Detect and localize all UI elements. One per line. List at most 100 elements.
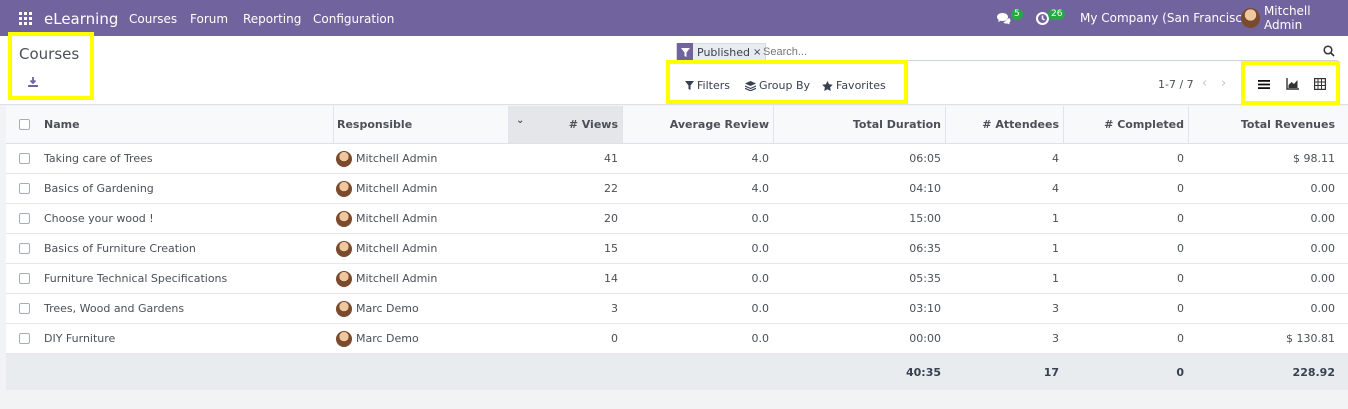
responsible-cell[interactable]: Marc Demo	[336, 324, 419, 353]
course-name[interactable]: Furniture Technical Specifications	[44, 264, 227, 293]
sort-chevron-down-icon: ⌄	[516, 115, 525, 126]
column-header-responsible[interactable]: Responsible	[337, 106, 412, 143]
highlight-title-area	[8, 32, 94, 100]
responsible-cell[interactable]: Mitchell Admin	[336, 204, 437, 233]
course-name[interactable]: Taking care of Trees	[44, 144, 153, 173]
responsible-cell[interactable]: Mitchell Admin	[336, 144, 437, 173]
table-row[interactable]: Choose your wood ! Mitchell Admin 20 0.0…	[6, 204, 1348, 234]
pager-value[interactable]: 1-7 / 7	[1158, 78, 1194, 91]
attendees-value: 4	[1052, 152, 1059, 165]
views-value: 41	[604, 152, 618, 165]
activities-count-badge: 26	[1048, 9, 1066, 20]
column-header-completed[interactable]: # Completed	[1066, 106, 1184, 143]
total-revenues-value: 0.00	[1310, 182, 1336, 195]
row-checkbox[interactable]	[19, 303, 30, 314]
row-checkbox[interactable]	[19, 333, 30, 344]
responsible-cell[interactable]: Mitchell Admin	[336, 234, 437, 263]
responsible-cell[interactable]: Marc Demo	[336, 294, 419, 323]
responsible-avatar	[336, 210, 352, 227]
column-header-views: # Views	[568, 118, 618, 131]
column-header-name[interactable]: Name	[44, 106, 80, 143]
total-duration-value: 05:35	[909, 272, 941, 285]
average-review-value: 4.0	[751, 152, 770, 165]
course-name[interactable]: DIY Furniture	[44, 324, 115, 353]
column-header-views-sorted[interactable]: ⌄ # Views	[508, 106, 622, 143]
search-input[interactable]	[763, 43, 1338, 61]
menu-reporting[interactable]: Reporting	[243, 12, 301, 26]
responsible-cell[interactable]: Mitchell Admin	[336, 264, 437, 293]
highlight-search-options	[666, 60, 908, 104]
menu-forum[interactable]: Forum	[190, 12, 228, 26]
average-review-value: 0.0	[751, 212, 770, 225]
row-checkbox[interactable]	[19, 243, 30, 254]
responsible-avatar	[336, 180, 352, 197]
facet-label: Published	[697, 45, 750, 59]
table-row[interactable]: Basics of Gardening Mitchell Admin 22 4.…	[6, 174, 1348, 204]
responsible-name: Mitchell Admin	[356, 242, 438, 255]
app-name[interactable]: eLearning	[44, 10, 118, 28]
views-value: 0	[611, 332, 618, 345]
responsible-name: Mitchell Admin	[356, 212, 438, 225]
attendees-value: 4	[1052, 182, 1059, 195]
filter-icon	[677, 43, 693, 61]
user-name: Mitchell Admin	[1263, 4, 1311, 32]
table-totals-row: 40:35 17 0 228.92	[6, 354, 1348, 390]
course-name[interactable]: Choose your wood !	[44, 204, 154, 233]
responsible-name: Marc Demo	[356, 332, 419, 345]
row-checkbox[interactable]	[19, 213, 30, 224]
user-menu[interactable]: Mitchell Admin	[1241, 0, 1348, 36]
messages-button[interactable]	[996, 0, 1011, 36]
completed-value: 0	[1177, 212, 1184, 225]
apps-menu-icon[interactable]	[19, 12, 32, 25]
search-facet-published[interactable]: Published ×	[676, 43, 767, 61]
table-row[interactable]: Trees, Wood and Gardens Marc Demo 3 0.0 …	[6, 294, 1348, 324]
column-header-attendees[interactable]: # Attendees	[948, 106, 1059, 143]
table-row[interactable]: Basics of Furniture Creation Mitchell Ad…	[6, 234, 1348, 264]
course-name[interactable]: Basics of Gardening	[44, 174, 154, 203]
table-row[interactable]: Taking care of Trees Mitchell Admin 41 4…	[6, 144, 1348, 174]
total-duration-sum: 40:35	[905, 365, 941, 379]
search-icon[interactable]	[1323, 45, 1335, 57]
views-value: 22	[604, 182, 618, 195]
courses-list-table: Name Responsible ⌄ # Views Average Revie…	[6, 106, 1348, 354]
select-all-checkbox[interactable]	[19, 119, 30, 130]
pager-previous-icon[interactable]: ‹	[1202, 76, 1207, 91]
responsible-name: Mitchell Admin	[356, 272, 438, 285]
activities-button[interactable]	[1036, 0, 1049, 36]
total-revenues-value: 0.00	[1310, 272, 1336, 285]
course-name[interactable]: Trees, Wood and Gardens	[44, 294, 184, 323]
highlight-view-switcher	[1241, 61, 1340, 105]
average-review-value: 0.0	[751, 302, 770, 315]
completed-value: 0	[1177, 332, 1184, 345]
table-row[interactable]: Furniture Technical Specifications Mitch…	[6, 264, 1348, 294]
completed-sum: 0	[1176, 365, 1184, 379]
total-revenues-value: 0.00	[1310, 302, 1336, 315]
company-switcher[interactable]: My Company (San Francisco)	[1080, 0, 1254, 36]
attendees-sum: 17	[1043, 365, 1059, 379]
menu-configuration[interactable]: Configuration	[313, 12, 394, 26]
top-navbar: eLearning Courses Forum Reporting Config…	[0, 0, 1348, 36]
responsible-avatar	[336, 300, 352, 317]
completed-value: 0	[1177, 272, 1184, 285]
menu-courses[interactable]: Courses	[129, 12, 177, 26]
completed-value: 0	[1177, 182, 1184, 195]
row-checkbox[interactable]	[19, 273, 30, 284]
attendees-value: 3	[1052, 332, 1059, 345]
views-value: 14	[604, 272, 618, 285]
responsible-cell[interactable]: Mitchell Admin	[336, 174, 437, 203]
table-row[interactable]: DIY Furniture Marc Demo 0 0.0 00:00 3 0 …	[6, 324, 1348, 354]
attendees-value: 1	[1052, 242, 1059, 255]
responsible-name: Mitchell Admin	[356, 152, 438, 165]
total-revenues-value: 0.00	[1310, 242, 1336, 255]
messages-count-badge: 5	[1011, 9, 1023, 20]
average-review-value: 0.0	[751, 272, 770, 285]
column-header-total-revenues[interactable]: Total Revenues	[1191, 106, 1335, 143]
column-header-total-duration[interactable]: Total Duration	[776, 106, 941, 143]
row-checkbox[interactable]	[19, 153, 30, 164]
row-checkbox[interactable]	[19, 183, 30, 194]
course-name[interactable]: Basics of Furniture Creation	[44, 234, 196, 263]
average-review-value: 0.0	[751, 242, 770, 255]
total-duration-value: 06:05	[909, 152, 941, 165]
pager-next-icon[interactable]: ›	[1221, 76, 1226, 91]
column-header-average-review[interactable]: Average Review	[626, 106, 769, 143]
